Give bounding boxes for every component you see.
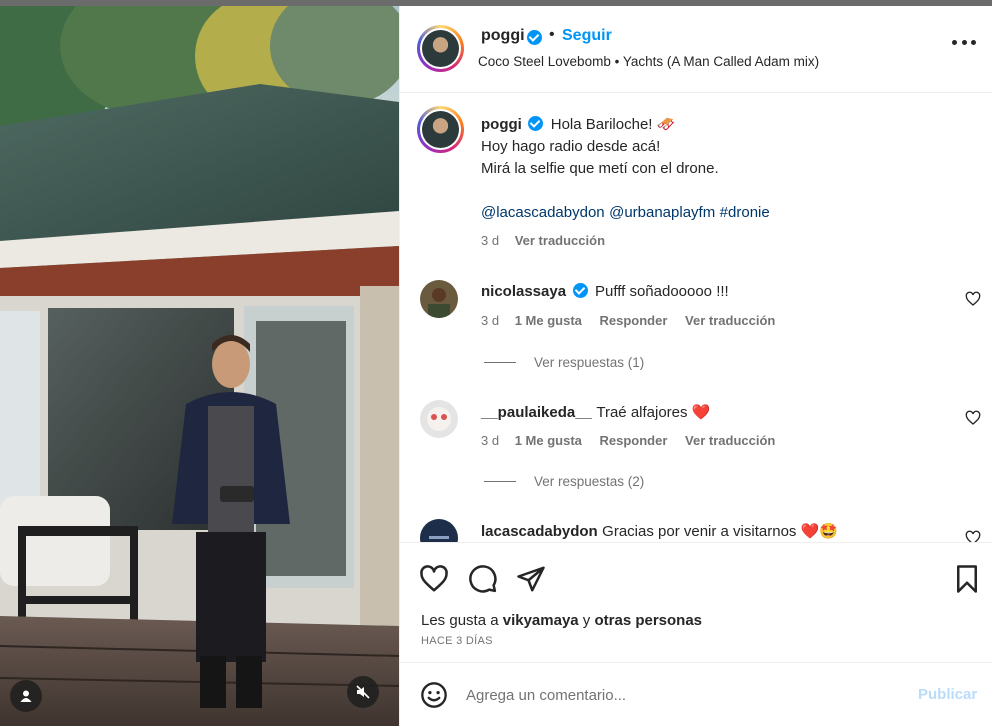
author-avatar[interactable]	[417, 25, 464, 72]
post-media[interactable]	[0, 6, 399, 726]
mute-icon	[356, 685, 370, 699]
comment-avatar[interactable]	[420, 400, 458, 438]
comment-meta: 3 d 1 Me gusta Responder Ver traducción	[481, 433, 775, 448]
caption: poggi Hola Bariloche! 🛷 Hoy hago radio d…	[481, 114, 770, 252]
reply-button[interactable]: Responder	[600, 433, 668, 448]
save-icon[interactable]	[952, 564, 982, 594]
add-comment-bar: Publicar	[400, 662, 992, 726]
verified-badge-icon	[572, 283, 588, 298]
verified-badge-icon	[528, 116, 544, 131]
action-bar: Les gusta a vikyamaya y otras personas H…	[400, 542, 992, 662]
comment-username[interactable]: lacascadabydon	[481, 523, 598, 540]
user-tag-icon	[20, 690, 32, 702]
post-timestamp[interactable]: HACE 3 DÍAS	[421, 635, 493, 647]
post-panel: poggi • Seguir Coco Steel Lovebomb • Yac…	[399, 6, 992, 726]
comment-avatar[interactable]	[420, 280, 458, 318]
mention-link[interactable]: @lacascadabydon	[481, 204, 605, 221]
comment-likes[interactable]: 1 Me gusta	[515, 313, 582, 328]
comment-likes[interactable]: 1 Me gusta	[515, 433, 582, 448]
follow-button[interactable]: Seguir	[562, 27, 612, 45]
reply-button[interactable]: Responder	[600, 313, 668, 328]
comment-like-icon[interactable]	[965, 410, 981, 426]
view-replies-label: Ver respuestas (2)	[534, 474, 645, 489]
separator-dot: •	[549, 26, 555, 43]
comment-time: 3 d	[481, 433, 500, 448]
tagged-users-button[interactable]	[10, 680, 42, 712]
comment-item: lacascadabydon Gracias por venir a visit…	[481, 522, 838, 541]
post-photo	[0, 6, 399, 726]
caption-line-3: Mirá la selfie que metí con el drone.	[481, 160, 719, 177]
comment-like-icon[interactable]	[965, 530, 981, 542]
author-username[interactable]: poggi	[481, 27, 525, 45]
comment-avatar[interactable]	[420, 519, 458, 542]
likes-prefix: Les gusta a	[421, 612, 503, 629]
comment-input[interactable]	[466, 677, 896, 713]
view-replies-label: Ver respuestas (1)	[534, 355, 645, 370]
translate-link[interactable]: Ver traducción	[515, 233, 605, 248]
likes-summary[interactable]: Les gusta a vikyamaya y otras personas	[421, 612, 702, 629]
hashtag-link[interactable]: #dronie	[720, 204, 770, 221]
translate-link[interactable]: Ver traducción	[685, 433, 775, 448]
caption-line-2: Hoy hago radio desde acá!	[481, 138, 661, 155]
view-replies-button[interactable]: Ver respuestas (2)	[484, 474, 644, 489]
comment-meta: 3 d 1 Me gusta Responder Ver traducción	[481, 313, 775, 328]
post-header: poggi • Seguir Coco Steel Lovebomb • Yac…	[400, 6, 992, 93]
emoji-icon[interactable]	[420, 681, 448, 709]
more-options-icon[interactable]	[952, 38, 976, 46]
comment-text: Traé alfajores ❤️	[596, 404, 711, 421]
comment-item: __paulaikeda__ Traé alfajores ❤️	[481, 403, 710, 422]
heart-icon[interactable]	[419, 564, 449, 594]
caption-avatar[interactable]	[417, 106, 464, 153]
caption-time: 3 d	[481, 233, 500, 248]
comment-item: nicolassaya Pufff soñadooooo !!!	[481, 283, 729, 301]
publish-button[interactable]: Publicar	[918, 686, 977, 703]
audio-track-link[interactable]: Coco Steel Lovebomb • Yachts (A Man Call…	[478, 54, 819, 69]
comments-list[interactable]: poggi Hola Bariloche! 🛷 Hoy hago radio d…	[400, 94, 992, 542]
comment-like-icon[interactable]	[965, 291, 981, 307]
likes-others-link[interactable]: otras personas	[594, 612, 702, 629]
mute-toggle-button[interactable]	[347, 676, 379, 708]
comment-text: Gracias por venir a visitarnos ❤️🤩	[602, 523, 838, 540]
comment-time: 3 d	[481, 313, 500, 328]
verified-badge-icon	[527, 30, 542, 45]
comment-username[interactable]: nicolassaya	[481, 283, 566, 300]
caption-line-1: Hola Bariloche! 🛷	[550, 116, 676, 133]
comment-text: Pufff soñadooooo !!!	[594, 283, 729, 300]
mention-link[interactable]: @urbanaplayfm	[609, 204, 715, 221]
likes-user-link[interactable]: vikyamaya	[503, 612, 579, 629]
comment-icon[interactable]	[468, 564, 498, 594]
view-replies-button[interactable]: Ver respuestas (1)	[484, 355, 644, 370]
comment-username[interactable]: __paulaikeda__	[481, 404, 592, 421]
share-icon[interactable]	[516, 564, 546, 594]
caption-username[interactable]: poggi	[481, 116, 522, 133]
likes-connector: y	[578, 612, 595, 629]
translate-link[interactable]: Ver traducción	[685, 313, 775, 328]
